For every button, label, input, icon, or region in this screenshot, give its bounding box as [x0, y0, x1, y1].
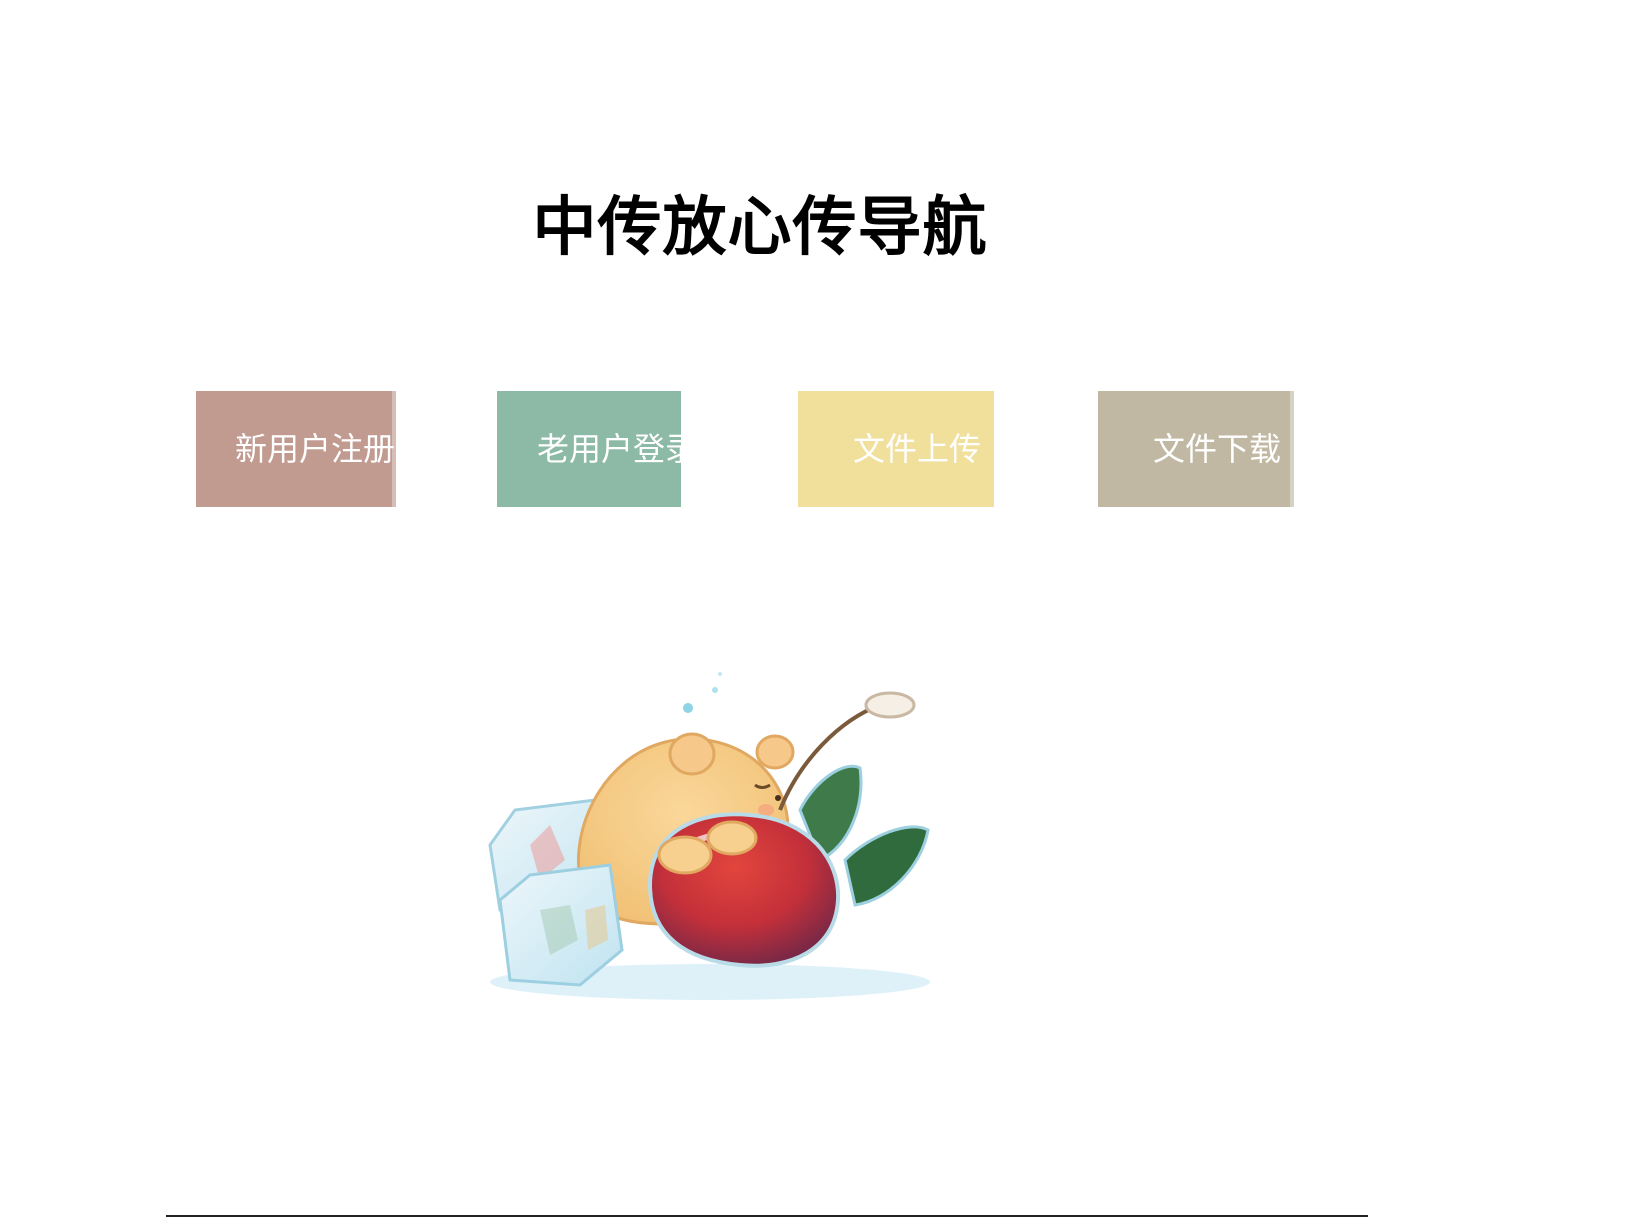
page-title: 中传放心传导航 — [532, 191, 988, 265]
upload-button-label: 文件上传 — [853, 430, 982, 468]
bottom-divider — [166, 1215, 1368, 1217]
register-button-label: 新用户注册 — [235, 430, 396, 468]
upload-button[interactable]: 文件上传 — [798, 391, 994, 507]
ice-cube-front — [498, 863, 624, 987]
bear-cherry-illustration — [488, 672, 930, 1000]
login-button[interactable]: 老用户登录 — [497, 391, 681, 507]
sparkle-icon — [683, 672, 722, 713]
login-button-label: 老用户登录 — [537, 430, 681, 468]
download-button-label: 文件下载 — [1153, 430, 1282, 468]
register-button[interactable]: 新用户注册 — [196, 391, 396, 507]
download-button[interactable]: 文件下载 — [1098, 391, 1294, 507]
navigation-bar: 新用户注册 老用户登录 文件上传 文件下载 — [0, 391, 1631, 507]
